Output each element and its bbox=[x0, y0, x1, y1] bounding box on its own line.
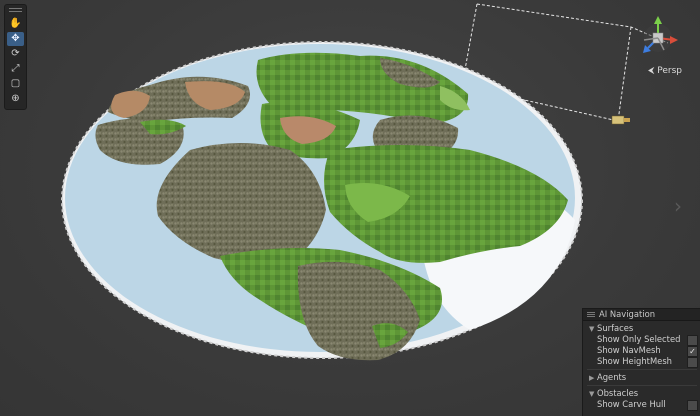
option-label: Show HeightMesh bbox=[597, 356, 672, 366]
scene-viewport[interactable]: ✋ ✥ ⟳ ⤢ ▢ ⊕ ⮜ Persp › AI Navigation ▼ Surfaces… bbox=[0, 0, 700, 416]
divider bbox=[587, 385, 697, 386]
option-label: Show Carve Hull bbox=[597, 399, 666, 409]
tool-list: ✋ ✥ ⟳ ⤢ ▢ ⊕ bbox=[5, 17, 26, 106]
move-icon: ✥ bbox=[11, 33, 20, 44]
checkbox[interactable] bbox=[687, 400, 698, 411]
orientation-gizmo[interactable] bbox=[643, 16, 678, 53]
move-tool[interactable]: ✥ bbox=[7, 32, 24, 46]
option-label: Show NavMesh bbox=[597, 345, 661, 355]
surfaces-foldout[interactable]: ▼ Surfaces bbox=[583, 323, 700, 334]
show-only-selected-toggle[interactable]: Show Only Selected bbox=[583, 334, 700, 346]
divider bbox=[587, 369, 697, 370]
projection-label: Persp bbox=[657, 66, 683, 76]
rect-transform-icon: ▢ bbox=[10, 78, 21, 89]
transform-tool[interactable]: ⊕ bbox=[7, 92, 24, 106]
rotate-tool[interactable]: ⟳ bbox=[7, 47, 24, 61]
transform-icon: ⊕ bbox=[11, 93, 20, 104]
show-navmesh-toggle[interactable]: Show NavMesh ✓ bbox=[583, 345, 700, 357]
scene-tools-toolbar: ✋ ✥ ⟳ ⤢ ▢ ⊕ bbox=[4, 4, 27, 110]
rotate-icon: ⟳ bbox=[11, 48, 20, 59]
agents-foldout[interactable]: ▶ Agents bbox=[583, 372, 700, 383]
obstacles-foldout[interactable]: ▼ Obstacles bbox=[583, 388, 700, 399]
chevron-left-icon: ⮜ bbox=[648, 66, 655, 76]
ai-navigation-overlay: AI Navigation ▼ Surfaces Show Only Select… bbox=[582, 308, 700, 416]
camera-icon[interactable] bbox=[611, 115, 630, 125]
overlay-title[interactable]: AI Navigation bbox=[583, 309, 700, 321]
hand-icon: ✋ bbox=[9, 18, 22, 29]
overlay-collapse-arrow-icon[interactable]: › bbox=[674, 194, 682, 218]
rect-tool[interactable]: ▢ bbox=[7, 77, 24, 91]
agents-label: Agents bbox=[597, 372, 627, 382]
scale-icon: ⤢ bbox=[11, 63, 20, 74]
checkbox[interactable] bbox=[687, 357, 698, 368]
scale-tool[interactable]: ⤢ bbox=[7, 62, 24, 76]
show-carve-hull-toggle[interactable]: Show Carve Hull bbox=[583, 399, 700, 411]
surfaces-label: Surfaces bbox=[597, 323, 634, 333]
obstacles-label: Obstacles bbox=[597, 388, 639, 398]
option-label: Show Only Selected bbox=[597, 334, 681, 344]
hand-tool[interactable]: ✋ bbox=[7, 17, 24, 31]
show-heightmesh-toggle[interactable]: Show HeightMesh bbox=[583, 356, 700, 368]
foldout-closed-icon: ▶ bbox=[589, 374, 595, 382]
toolbar-grip[interactable] bbox=[9, 8, 22, 14]
projection-toggle[interactable]: ⮜ Persp bbox=[648, 66, 682, 76]
